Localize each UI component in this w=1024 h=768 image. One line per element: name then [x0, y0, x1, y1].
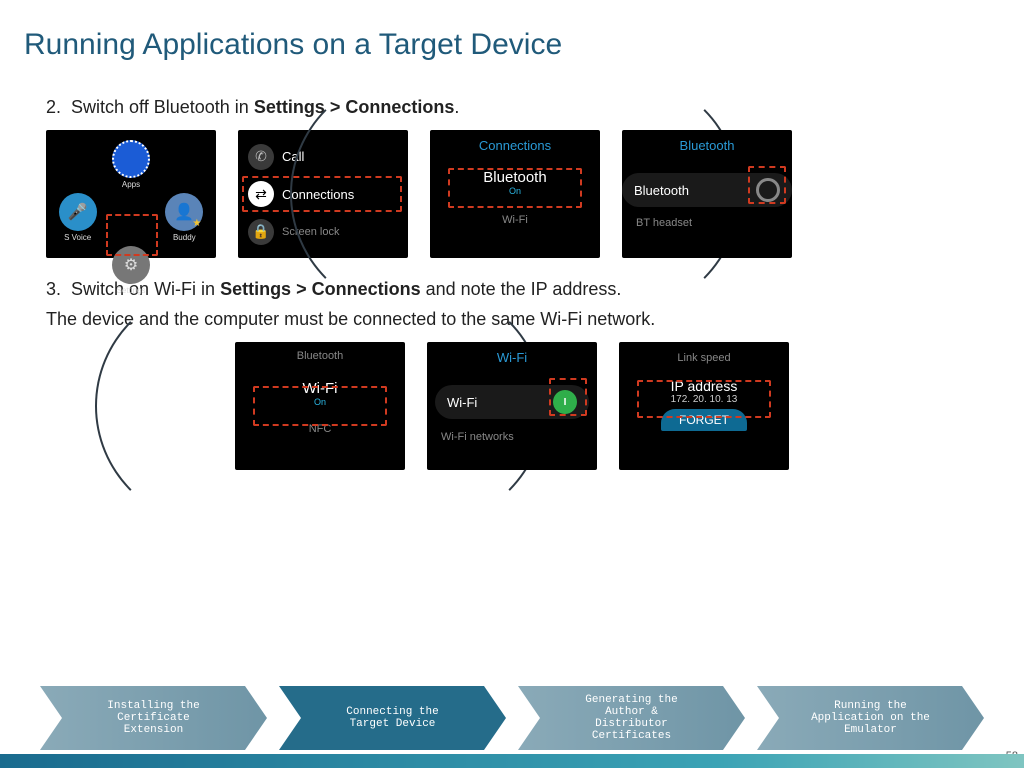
p1-label: Installing the Certificate Extension	[107, 700, 199, 736]
phone-icon: ✆	[248, 144, 274, 170]
process-step-3: Generating the Author & Distributor Cert…	[518, 686, 745, 750]
step2-post: .	[454, 97, 459, 117]
highlight-wifi	[253, 386, 387, 426]
settings-label: Settings	[117, 286, 146, 295]
screenshots-row-1: Apps 🎤S Voice 👤Buddy ⚙Settings ✆Call ⇄Co…	[46, 130, 978, 258]
bluetooth-header: Bluetooth	[622, 130, 792, 153]
highlight-bluetooth	[448, 168, 582, 208]
svoice-label: S Voice	[64, 233, 91, 242]
footer-bar	[0, 754, 1024, 768]
wifi-row-label: Wi-Fi	[447, 395, 477, 410]
highlight-ip	[637, 380, 771, 418]
highlight-settings	[106, 214, 158, 256]
step-2: 2. Switch off Bluetooth in Settings > Co…	[46, 94, 978, 120]
highlight-toggle	[748, 166, 786, 204]
screenshot-connections: Connections Bluetooth On Wi-Fi	[430, 130, 600, 258]
lock-icon: 🔒	[248, 219, 274, 245]
screenlock-label: Screen lock	[282, 226, 339, 238]
step3-post: and note the IP address.	[421, 279, 622, 299]
screenshot-wifi-on: Bluetooth Wi-Fi On NFC	[235, 342, 405, 470]
bluetooth-muted: Bluetooth	[235, 342, 405, 362]
screenshot-watch-apps: Apps 🎤S Voice 👤Buddy ⚙Settings	[46, 130, 216, 258]
step3-bold: Settings > Connections	[220, 279, 421, 299]
highlight-connections	[242, 176, 402, 212]
content-area: 2. Switch off Bluetooth in Settings > Co…	[0, 62, 1024, 470]
step2-pre: Switch off Bluetooth in	[71, 97, 254, 117]
wifi-header: Wi-Fi	[427, 342, 597, 365]
wifi-networks-label: Wi-Fi networks	[427, 419, 597, 455]
bluetooth-row-label: Bluetooth	[634, 183, 689, 198]
p3-label: Generating the Author & Distributor Cert…	[585, 694, 677, 742]
buddy-icon: 👤	[165, 193, 203, 231]
bt-headset-label: BT headset	[622, 207, 792, 239]
p2-label: Connecting the Target Device	[346, 706, 438, 730]
step-3-line2: The device and the computer must be conn…	[46, 306, 978, 332]
process-step-1: Installing the Certificate Extension	[40, 686, 267, 750]
screenshot-ip-address: Link speed IP address 172. 20. 10. 13 FO…	[619, 342, 789, 470]
screenshots-row-2: Bluetooth Wi-Fi On NFC Wi-Fi Wi-Fi I Wi-…	[46, 342, 978, 470]
step2-num: 2.	[46, 97, 61, 117]
screenshot-bluetooth: Bluetooth Bluetooth BT headset	[622, 130, 792, 258]
apps-icon	[112, 140, 150, 178]
page-title: Running Applications on a Target Device	[0, 0, 1024, 62]
buddy-label: Buddy	[173, 233, 196, 242]
step2-bold: Settings > Connections	[254, 97, 455, 117]
process-step-2: Connecting the Target Device	[279, 686, 506, 750]
svoice-icon: 🎤	[59, 193, 97, 231]
screenshot-wifi-toggle: Wi-Fi Wi-Fi I Wi-Fi networks	[427, 342, 597, 470]
screenshot-settings-list: ✆Call ⇄Connections 🔒Screen lock	[238, 130, 408, 258]
connections-header: Connections	[430, 130, 600, 153]
apps-label: Apps	[122, 180, 140, 189]
p4-label: Running the Application on the Emulator	[811, 700, 930, 736]
process-step-4: Running the Application on the Emulator	[757, 686, 984, 750]
call-label: Call	[282, 149, 304, 164]
linkspeed-label: Link speed	[619, 342, 789, 364]
wifi-label: Wi-Fi	[430, 214, 600, 226]
highlight-wifi-toggle	[549, 378, 587, 416]
process-strip: Installing the Certificate Extension Con…	[0, 686, 1024, 750]
